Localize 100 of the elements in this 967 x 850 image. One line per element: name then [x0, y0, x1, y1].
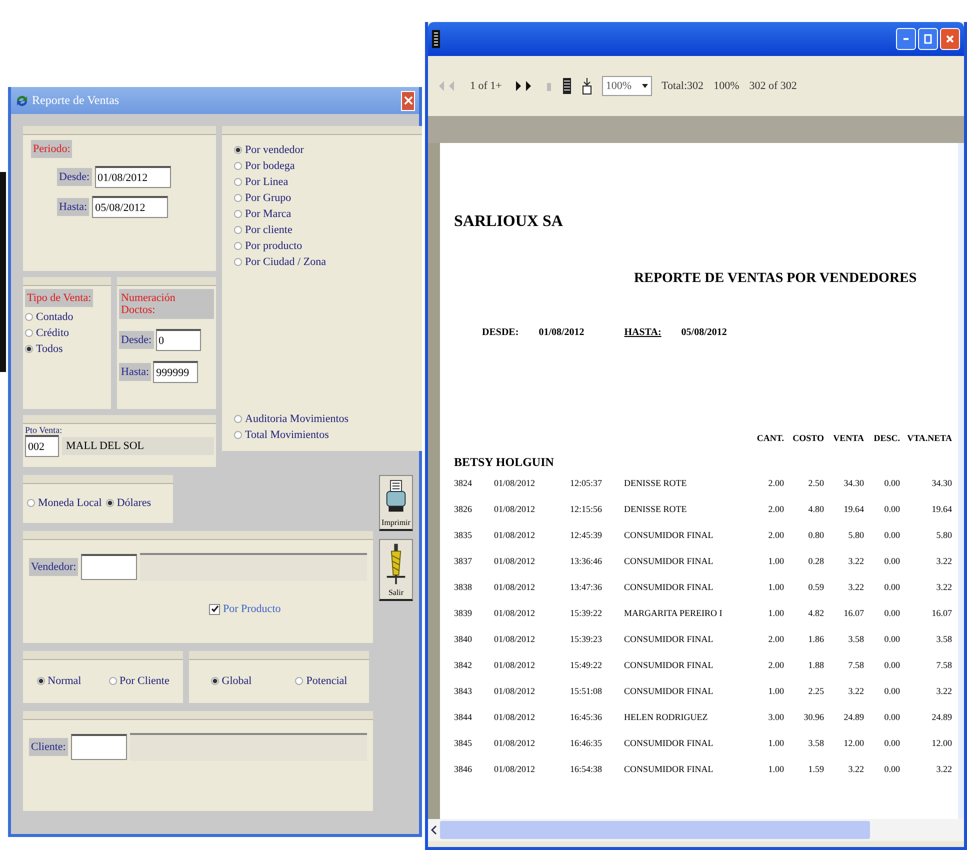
radio-option[interactable]: Por producto [234, 240, 410, 252]
amount-value: 2.00 [767, 504, 784, 514]
close-button[interactable] [401, 90, 415, 110]
seller-group-name: BETSY HOLGUIN [454, 455, 555, 470]
company-name: SARLIOUX SA [454, 213, 564, 231]
amount-value: 3.22 [935, 686, 952, 696]
radio-option[interactable]: Total Movimientos [234, 429, 410, 441]
document-number: 3842 [454, 660, 473, 670]
amount-value: 16.07 [842, 608, 864, 618]
date-field[interactable]: 01/08/2012 [94, 166, 171, 188]
customer-name: CONSUMIDOR FINAL [624, 556, 714, 566]
radio-option[interactable]: Contado [25, 311, 74, 323]
document-number: 3846 [454, 764, 473, 774]
document-number: 3835 [454, 530, 473, 540]
amount-value: 1.00 [767, 686, 784, 696]
maximize-icon [923, 34, 933, 44]
amount-value: 0.00 [883, 660, 900, 670]
export-icon[interactable] [582, 77, 592, 95]
amount-value: 0.00 [883, 712, 900, 722]
radio-option[interactable]: Dólares [106, 497, 152, 509]
customer-name: CONSUMIDOR FINAL [624, 764, 714, 774]
amount-value: 1.00 [767, 764, 784, 774]
sale-date: 01/08/2012 [494, 712, 536, 722]
amount-value: 4.80 [807, 504, 824, 514]
radio-option[interactable]: Potencial [295, 675, 348, 687]
print-button[interactable]: Imprimir [379, 475, 413, 531]
amount-value: 19.64 [842, 504, 864, 514]
range-date: 01/08/2012 [538, 327, 584, 338]
exit-button[interactable]: Salir [379, 539, 413, 601]
amount-value: 3.00 [767, 712, 784, 722]
radio-option[interactable]: Auditoria Movimientos [234, 413, 410, 425]
radio-option[interactable]: Crédito [25, 327, 74, 339]
radio-option[interactable]: Por bodega [234, 160, 410, 172]
drill-icon [385, 542, 407, 586]
seller-code-field[interactable] [81, 554, 138, 580]
customer-name: CONSUMIDOR FINAL [624, 738, 714, 748]
amount-value: 0.28 [807, 556, 824, 566]
checkbox-option[interactable]: Por Producto [209, 603, 367, 615]
radio-option[interactable]: Normal [36, 675, 82, 687]
amount-value: 24.89 [842, 712, 864, 722]
total-label: Total:302 [662, 80, 704, 92]
sale-time: 13:36:46 [570, 556, 604, 566]
document-number: 3843 [454, 686, 473, 696]
radio-option[interactable]: Por vendedor [234, 144, 410, 156]
customer-name: CONSUMIDOR FINAL [624, 686, 714, 696]
amount-value: 5.80 [935, 530, 952, 540]
minimize-button[interactable] [896, 28, 916, 50]
radio-option[interactable]: Por Cliente [108, 675, 170, 687]
sale-date: 01/08/2012 [494, 504, 536, 514]
radio-option[interactable]: Por cliente [234, 224, 410, 236]
amount-value: 30.96 [802, 712, 824, 722]
caret-icon [642, 84, 648, 88]
radio-option[interactable]: Todos [25, 343, 74, 355]
radio-option[interactable]: Moneda Local [27, 497, 102, 509]
maximize-button[interactable] [918, 28, 938, 50]
document-number: 3824 [454, 478, 473, 488]
sale-date: 01/08/2012 [494, 634, 536, 644]
scrollbar-thumb[interactable] [440, 821, 870, 839]
radio-option[interactable]: Por Grupo [234, 192, 410, 204]
percent-label: 100% [714, 80, 740, 92]
horizontal-scrollbar[interactable] [428, 819, 964, 841]
minimize-icon [903, 38, 909, 40]
sale-date: 01/08/2012 [494, 478, 536, 488]
radio-option[interactable]: Por Ciudad / Zona [234, 256, 410, 268]
field-label: Desde: [119, 331, 154, 349]
amount-value: 0.00 [883, 478, 900, 488]
sale-date: 01/08/2012 [494, 764, 536, 774]
window-title: Reporte de Ventas [32, 93, 120, 108]
amount-value: 4.82 [807, 608, 824, 618]
radio-option[interactable]: Global [210, 675, 252, 687]
date-field[interactable]: 05/08/2012 [92, 196, 168, 218]
radio-option[interactable]: Por Linea [234, 176, 410, 188]
document-number: 3845 [454, 738, 473, 748]
client-code-field[interactable] [70, 734, 127, 760]
column-header: COSTO [792, 433, 824, 443]
amount-value: 16.07 [930, 608, 952, 618]
report-title: REPORTE DE VENTAS POR VENDEDORES [634, 271, 918, 287]
field-label: Vendedor: [29, 558, 78, 576]
amount-value: 3.22 [847, 686, 864, 696]
column-header: CANT. [756, 433, 784, 443]
sale-time: 12:15:56 [570, 504, 604, 514]
range-label: DESDE: [482, 327, 519, 338]
amount-value: 0.00 [883, 530, 900, 540]
zoom-dropdown[interactable]: 100% [602, 76, 652, 96]
vertical-scrollbar[interactable] [958, 143, 964, 819]
amount-value: 0.00 [883, 504, 900, 514]
amount-value: 24.89 [930, 712, 952, 722]
amount-value: 2.25 [807, 686, 824, 696]
number-field[interactable]: 0 [156, 329, 201, 351]
amount-value: 3.22 [847, 764, 864, 774]
number-field[interactable]: 999999 [153, 361, 198, 383]
radio-option[interactable]: Por Marca [234, 208, 410, 220]
close-button[interactable] [940, 28, 960, 50]
range-date: 05/08/2012 [681, 327, 727, 338]
amount-value: 0.59 [807, 582, 824, 592]
scroll-left-icon[interactable] [431, 825, 437, 835]
field-label: Hasta: [57, 198, 90, 216]
code-field[interactable]: 002 [25, 435, 59, 457]
sale-time: 12:45:39 [570, 530, 604, 540]
column-header: VTA.NETA [906, 433, 952, 443]
